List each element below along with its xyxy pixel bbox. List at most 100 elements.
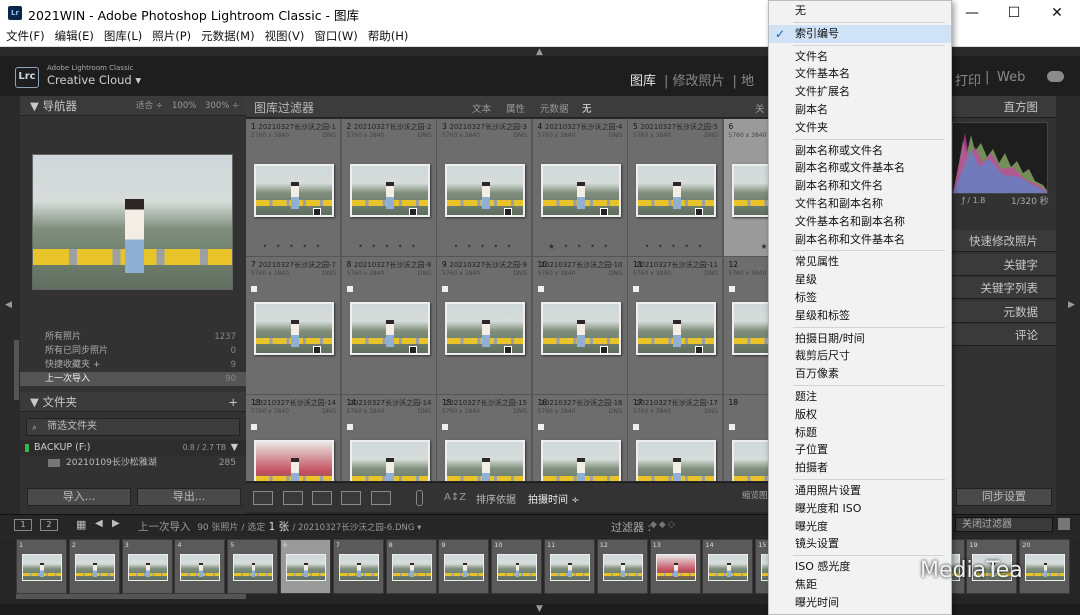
filter-close[interactable]: 关 bbox=[755, 101, 765, 115]
star-rating[interactable]: • • • • • bbox=[437, 242, 531, 251]
flag-icon[interactable] bbox=[537, 286, 544, 292]
filmstrip-thumbnail[interactable]: 6 bbox=[280, 539, 331, 594]
export-button[interactable]: 导出... bbox=[137, 488, 241, 506]
people-view-icon[interactable] bbox=[371, 491, 391, 505]
edit-badge-icon[interactable] bbox=[408, 208, 417, 216]
grid-cell[interactable]: 12 5760 x 3840 bbox=[723, 257, 768, 395]
menu-item[interactable]: 标签 bbox=[769, 289, 951, 307]
grid-icon[interactable]: ▦ bbox=[76, 518, 86, 531]
zoom-300[interactable]: 300% ÷ bbox=[205, 96, 239, 116]
menu-item[interactable]: 裁剪后尺寸 bbox=[769, 347, 951, 365]
star-rating[interactable]: ★★ bbox=[724, 242, 768, 251]
menu-item[interactable]: 文件扩展名 bbox=[769, 83, 951, 101]
edit-badge-icon[interactable] bbox=[408, 346, 417, 354]
photo-thumbnail[interactable] bbox=[445, 164, 525, 217]
catalog-all-photos[interactable]: 所有照片 1237 bbox=[20, 330, 246, 344]
catalog-quick-collection[interactable]: 快捷收藏夹 +9 bbox=[20, 358, 246, 372]
menu-item[interactable]: 标题 bbox=[769, 424, 951, 442]
flag-icon[interactable] bbox=[346, 286, 353, 292]
filmstrip-thumbnail[interactable]: 13 bbox=[649, 539, 701, 594]
filmstrip-thumbnail[interactable]: 14 bbox=[702, 539, 754, 594]
filter-text[interactable]: 文本 bbox=[472, 101, 491, 115]
grid-cell[interactable]: 620210327长5760 x 3840★★ bbox=[723, 119, 768, 257]
histogram[interactable]: ƒ / 1.8 bbox=[952, 122, 1048, 194]
menu-item[interactable]: 通用照片设置 bbox=[769, 482, 951, 500]
photo-thumbnail[interactable] bbox=[540, 164, 621, 217]
edit-badge-icon[interactable] bbox=[504, 346, 512, 354]
menu-item[interactable]: 星级和标签 bbox=[769, 307, 951, 325]
menu-item[interactable]: 无 bbox=[769, 2, 951, 20]
volume-backup[interactable]: BACKUP (F:) 0.8 / 2.7 TB ▼ bbox=[20, 440, 246, 456]
module-print[interactable]: 打印 bbox=[955, 70, 981, 89]
edit-badge-icon[interactable] bbox=[599, 208, 608, 216]
compare-view-icon[interactable] bbox=[312, 491, 332, 505]
menu-item[interactable]: 副本名称或文件名 bbox=[769, 142, 951, 160]
flag-icon[interactable] bbox=[633, 424, 639, 430]
flag-icon[interactable] bbox=[728, 286, 735, 292]
menu-item[interactable]: 副本名 bbox=[769, 101, 951, 119]
grid-cell[interactable]: 7 20210327长沙沃之园-7 5760 x 3840 DNG bbox=[246, 257, 341, 395]
metadata-header[interactable]: 元数据 bbox=[952, 301, 1056, 323]
grid-cell[interactable]: 3 20210327长沙沃之园-3 5760 x 3840 DNG • • • • • bbox=[437, 119, 532, 257]
photo-thumbnail[interactable] bbox=[636, 440, 716, 481]
grid-cell[interactable]: 9 20210327长沙沃之园-9 5760 x 3840 DNG bbox=[437, 257, 532, 395]
page-1-button[interactable]: 1 bbox=[14, 519, 32, 531]
menu-item[interactable]: 百万像素 bbox=[769, 365, 951, 383]
menu-item[interactable]: 副本名称和文件名 bbox=[769, 177, 951, 195]
filmstrip-thumbnail[interactable]: 1 bbox=[16, 539, 67, 594]
menu-view[interactable]: 视图(V) bbox=[265, 27, 305, 46]
edit-badge-icon[interactable] bbox=[599, 346, 608, 354]
menu-help[interactable]: 帮助(H) bbox=[368, 27, 409, 46]
flag-icon[interactable] bbox=[633, 286, 639, 292]
photo-thumbnail[interactable] bbox=[254, 164, 334, 217]
menu-item[interactable]: 版权 bbox=[769, 406, 951, 424]
sync-settings-button[interactable]: 同步设置 bbox=[956, 488, 1052, 506]
catalog-previous-import[interactable]: 上一次导入 90 bbox=[20, 372, 246, 386]
menu-item[interactable]: 文件名和副本名称 bbox=[769, 195, 951, 213]
grid-cell[interactable]: 2 20210327长沙沃之园-2 5760 x 3840 DNG • • • • • bbox=[341, 119, 437, 257]
histogram-header[interactable]: 直方图 bbox=[952, 96, 1056, 118]
module-develop[interactable]: 修改照片 bbox=[673, 74, 725, 89]
menu-item[interactable]: 星级 bbox=[769, 271, 951, 289]
filmstrip-source[interactable]: 上一次导入 90 张照片 / 选定 1 张 / 20210327长沙沃之园-6.… bbox=[138, 519, 421, 534]
minimize-button[interactable]: — bbox=[952, 2, 992, 24]
loupe-view-icon[interactable] bbox=[283, 491, 303, 505]
catalog-synced[interactable]: 所有已同步照片 0 bbox=[20, 344, 246, 358]
survey-view-icon[interactable] bbox=[341, 491, 361, 505]
star-rating[interactable]: • • • • • bbox=[628, 242, 722, 251]
navigator-preview[interactable] bbox=[32, 154, 233, 290]
close-button[interactable]: ✕ bbox=[1037, 2, 1077, 24]
photo-thumbnail[interactable] bbox=[349, 302, 430, 355]
menu-item[interactable]: 子位置 bbox=[769, 441, 951, 459]
identity-cloud-text[interactable]: Creative Cloud ▾ bbox=[47, 73, 141, 87]
comments-header[interactable]: 评论 bbox=[952, 324, 1056, 346]
grid-view-icon[interactable] bbox=[253, 491, 273, 505]
menu-item[interactable]: 文件夹 bbox=[769, 119, 951, 137]
filmstrip-thumbnail[interactable]: 2 bbox=[68, 539, 120, 594]
menu-item[interactable]: 文件基本名 bbox=[769, 65, 951, 83]
back-arrow-icon[interactable]: ◀ bbox=[95, 518, 103, 529]
star-rating[interactable]: • • • • • bbox=[342, 242, 436, 251]
filmstrip-flag-icons[interactable]: ◆◆◇ bbox=[650, 520, 677, 530]
photo-thumbnail[interactable] bbox=[445, 440, 525, 481]
menu-window[interactable]: 窗口(W) bbox=[314, 27, 357, 46]
star-rating[interactable]: • • • • • bbox=[246, 242, 340, 251]
menu-item[interactable]: 文件基本名和副本名称 bbox=[769, 213, 951, 231]
module-map[interactable]: 地 bbox=[741, 74, 754, 89]
menu-metadata[interactable]: 元数据(M) bbox=[201, 27, 254, 46]
filmstrip-thumbnail[interactable]: 11 bbox=[544, 539, 595, 594]
filter-preset-dropdown[interactable]: 关闭过滤器 bbox=[955, 517, 1053, 532]
filmstrip-thumbnail[interactable]: 12 bbox=[596, 539, 648, 594]
module-web[interactable]: Web bbox=[997, 70, 1025, 85]
filmstrip-thumbnail[interactable]: 7 bbox=[332, 539, 384, 594]
edit-badge-icon[interactable] bbox=[313, 208, 321, 216]
menu-file[interactable]: 文件(F) bbox=[6, 27, 45, 46]
grid-cell[interactable]: 5 20210327长沙沃之园-5 5760 x 3840 DNG • • • • • bbox=[628, 119, 723, 257]
grid-cell[interactable]: 15 20210327长沙沃之园-15 5760 x 3840 DNG bbox=[437, 395, 532, 481]
photo-thumbnail[interactable] bbox=[540, 302, 621, 355]
zoom-fit[interactable]: 适合 ÷ bbox=[136, 96, 163, 116]
menu-item[interactable]: 拍摄者 bbox=[769, 459, 951, 477]
photo-thumbnail[interactable] bbox=[636, 302, 716, 355]
photo-thumbnail[interactable] bbox=[349, 164, 430, 217]
left-panel-scrollbar[interactable] bbox=[14, 340, 19, 400]
